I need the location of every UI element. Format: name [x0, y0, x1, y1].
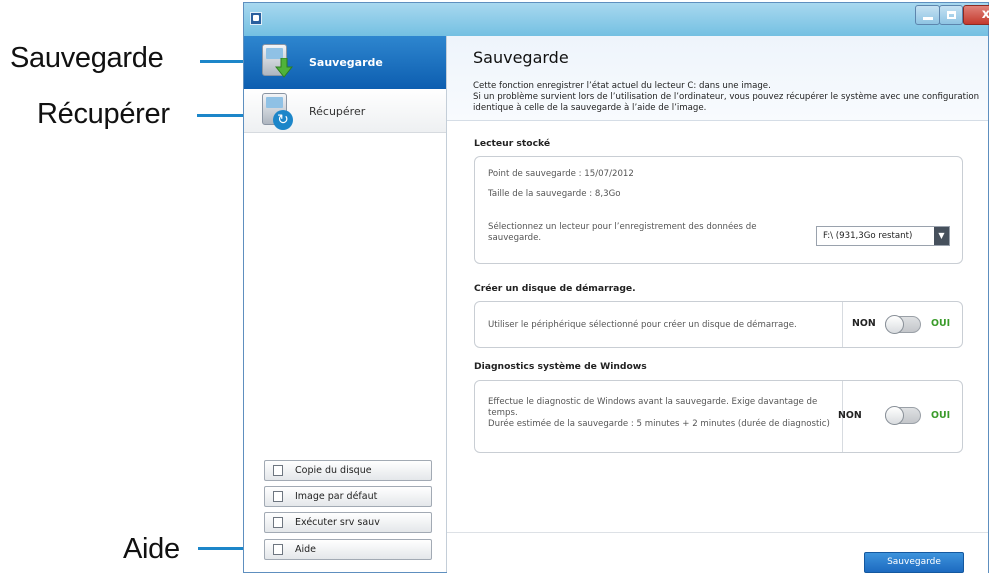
- diagnostics-title: Diagnostics système de Windows: [474, 361, 647, 372]
- backup-size-text: Taille de la sauvegarde : 8,3Go: [488, 189, 621, 199]
- app-icon: [250, 12, 262, 25]
- select-drive-prompt: Sélectionnez un lecteur pour l’enregistr…: [488, 222, 757, 243]
- restore-icon: [262, 93, 294, 130]
- sidebar-item-backup[interactable]: Sauvegarde: [244, 36, 446, 89]
- backup-point-text: Point de sauvegarde : 15/07/2012: [488, 169, 634, 179]
- toggle-knob: [885, 315, 904, 334]
- close-icon: x: [981, 7, 989, 22]
- page-description: Cette fonction enregistrer l’état actuel…: [473, 81, 980, 113]
- sidebar-item-label: Récupérer: [309, 105, 366, 118]
- boot-disk-toggle[interactable]: [885, 315, 921, 334]
- boot-disk-panel: Utiliser le périphérique sélectionné pou…: [474, 301, 963, 348]
- disk-copy-icon: [273, 465, 283, 476]
- backup-icon: [262, 44, 294, 80]
- page-header: Sauvegarde Cette fonction enregistrer l’…: [447, 36, 988, 121]
- app-window: x Sauvegarde Récupérer Copie du disque: [243, 2, 989, 575]
- diagnostics-toggle[interactable]: [885, 406, 921, 425]
- diagnostics-off-label: NON: [838, 410, 862, 421]
- toggle-knob: [885, 406, 904, 425]
- minimize-icon: [923, 17, 933, 20]
- boot-disk-text: Utiliser le périphérique sélectionné pou…: [488, 320, 797, 330]
- main-panel: Sauvegarde Cette fonction enregistrer l’…: [447, 36, 988, 575]
- drive-select-value: F:\ (931,3Go restant): [823, 231, 913, 241]
- diagnostics-text: Effectue le diagnostic de Windows avant …: [488, 397, 830, 429]
- sidebar-item-restore[interactable]: Récupérer: [244, 89, 446, 133]
- stored-drive-panel: Point de sauvegarde : 15/07/2012 Taille …: [474, 156, 963, 264]
- page-title: Sauvegarde: [473, 48, 569, 67]
- footer-bar: Sauvegarde: [447, 532, 988, 575]
- callout-restore-label: Récupérer: [37, 98, 170, 130]
- help-button[interactable]: Aide: [264, 539, 432, 560]
- stored-drive-title: Lecteur stocké: [474, 138, 551, 149]
- diagnostics-on-label: OUI: [931, 410, 951, 421]
- divider: [842, 302, 843, 347]
- default-image-button[interactable]: Image par défaut: [264, 486, 432, 507]
- sidebar-item-label: Sauvegarde: [309, 56, 383, 69]
- run-backup-server-button[interactable]: Exécuter srv sauv: [264, 512, 432, 533]
- chevron-down-icon: ▼: [934, 227, 949, 245]
- boot-disk-title: Créer un disque de démarrage.: [474, 283, 636, 294]
- boot-disk-off-label: NON: [852, 318, 876, 329]
- diagnostics-panel: Effectue le diagnostic de Windows avant …: [474, 380, 963, 453]
- default-image-icon: [273, 491, 283, 502]
- maximize-icon: [947, 11, 956, 19]
- backup-button[interactable]: Sauvegarde: [864, 552, 964, 573]
- close-button[interactable]: x: [963, 5, 989, 25]
- callout-backup-label: Sauvegarde: [10, 42, 164, 74]
- boot-disk-on-label: OUI: [931, 318, 951, 329]
- run-backup-server-icon: [273, 517, 283, 528]
- maximize-button[interactable]: [939, 5, 963, 25]
- sidebar: Sauvegarde Récupérer Copie du disque Ima…: [244, 36, 447, 572]
- minimize-button[interactable]: [915, 5, 940, 25]
- help-icon: [273, 544, 283, 555]
- disk-copy-button[interactable]: Copie du disque: [264, 460, 432, 481]
- title-bar[interactable]: x: [244, 3, 989, 36]
- callout-help-label: Aide: [123, 533, 180, 565]
- drive-select[interactable]: F:\ (931,3Go restant) ▼: [816, 226, 950, 246]
